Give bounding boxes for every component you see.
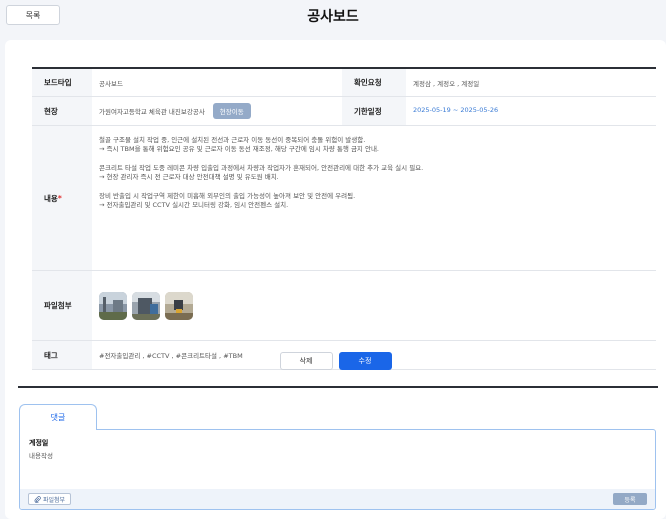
edit-button[interactable]: 수정 (338, 352, 392, 370)
files-label: 파일첨부 (32, 271, 92, 340)
row-site: 현장 가원여자고등학교 체육관 내진보강공사 현장이동 기한일정 2025-05… (32, 97, 656, 126)
section-divider (18, 386, 658, 388)
content-line: 콘크리트 타설 작업 도중 레미콘 차량 입출입 과정에서 차량과 작업자가 혼… (99, 163, 424, 172)
board-type-value: 공사보드 (99, 79, 123, 88)
page-title: 공사보드 (307, 9, 359, 25)
content-label: 내용 * (32, 126, 92, 270)
content-line: → 현장 관리자 즉시 전 근로자 대상 안전대책 설명 및 유도원 배치. (99, 173, 279, 182)
comment-submit-button[interactable]: 등록 (613, 493, 647, 505)
content-line: 철골 구조물 설치 작업 중, 인근에 설치된 전선과 근로자 이동 동선이 중… (99, 136, 366, 144)
comment-attach-label: 파일첨부 (43, 496, 66, 504)
content-body: 철골 구조물 설치 작업 중, 인근에 설치된 전선과 근로자 이동 동선이 중… (92, 126, 656, 270)
delete-button[interactable]: 삭제 (279, 352, 333, 370)
file-thumbnail-1[interactable] (99, 291, 127, 320)
comment-input[interactable]: 내용작성 (29, 450, 53, 460)
content-line: → 전자출입관리 및 CCTV 실시간 모니터링 강화, 임시 안전펜스 설치. (99, 201, 289, 210)
row-files: 파일첨부 (32, 271, 656, 341)
deadline-label: 기한일정 (342, 97, 406, 125)
confirm-label: 확인요청 (342, 69, 406, 96)
board-type-label: 보드타입 (32, 69, 92, 96)
detail-table: 보드타입 공사보드 확인요청 계정삼 , 계정오 , 계정일 현장 가원여자고등… (32, 67, 656, 370)
action-buttons: 삭제 수정 (5, 352, 666, 370)
comment-footer: 파일첨부 등록 (20, 489, 655, 509)
site-value: 가원여자고등학교 체육관 내진보강공사 (99, 108, 205, 116)
row-board-type: 보드타입 공사보드 확인요청 계정삼 , 계정오 , 계정일 (32, 69, 656, 97)
page-header: 목록 공사보드 (0, 0, 666, 40)
content-line: 장비 반출입 시 작업구역 제한이 미흡해 외부인의 출입 가능성이 높아져 보… (99, 191, 356, 200)
paperclip-icon (34, 495, 41, 503)
tab-comments[interactable]: 댓글 (19, 404, 97, 430)
files-cell (92, 271, 656, 340)
content-line: → 즉시 TBM을 통해 위험요인 공유 및 근로자 이동 동선 재조정, 해당… (99, 145, 380, 154)
confirm-value: 계정삼 , 계정오 , 계정일 (413, 79, 480, 88)
deadline-value: 2025-05-19 ~ 2025-05-26 (413, 106, 499, 114)
file-thumbnails (99, 291, 193, 320)
comment-author: 계정일 (29, 439, 49, 447)
file-thumbnail-3[interactable] (165, 291, 193, 320)
file-thumbnail-2[interactable] (132, 291, 160, 320)
required-mark: * (57, 193, 62, 203)
comment-box[interactable]: 계정일 내용작성 파일첨부 등록 (19, 429, 656, 510)
site-move-button[interactable]: 현장이동 (212, 103, 251, 119)
site-label: 현장 (32, 97, 92, 125)
site-cell: 가원여자고등학교 체육관 내진보강공사 현장이동 (92, 97, 342, 125)
comment-attach-button[interactable]: 파일첨부 (28, 493, 72, 505)
content-label-text: 내용 (44, 193, 58, 203)
board-card: 보드타입 공사보드 확인요청 계정삼 , 계정오 , 계정일 현장 가원여자고등… (5, 40, 666, 519)
row-content: 내용 * 철골 구조물 설치 작업 중, 인근에 설치된 전선과 근로자 이동 동… (32, 126, 656, 271)
